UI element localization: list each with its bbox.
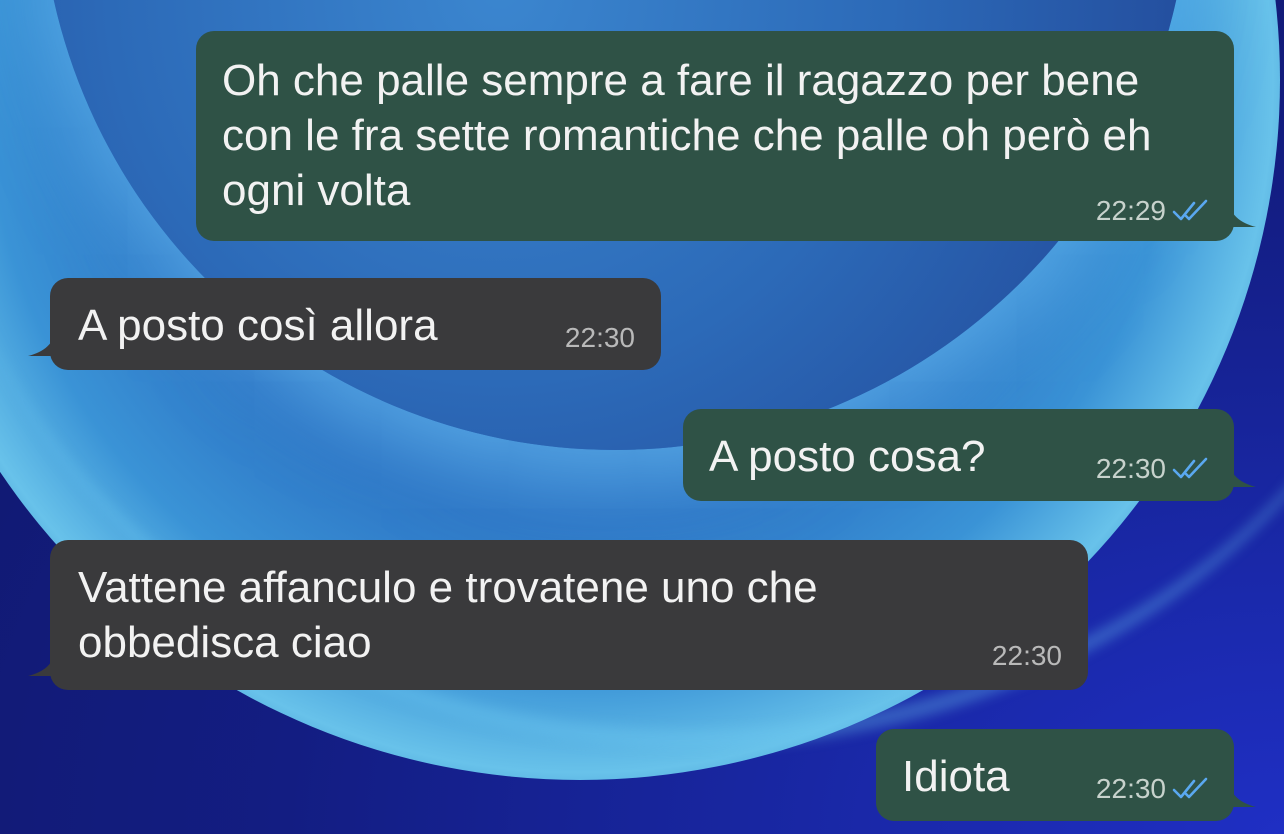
bubble-tail: [28, 646, 58, 676]
message-text: Vattene affanculo e trovatene uno che ob…: [78, 563, 818, 667]
bubble-tail: [1226, 777, 1256, 807]
double-check-read-icon: [1172, 777, 1208, 799]
bubble-tail: [1226, 457, 1256, 487]
message-meta: 22:30: [992, 640, 1062, 672]
message-time: 22:30: [564, 322, 635, 353]
message-bubble-outgoing[interactable]: Idiota 22:30: [876, 729, 1256, 821]
message-meta: 22:29: [1096, 195, 1212, 227]
message-bubble-outgoing[interactable]: Oh che palle sempre a fare il ragazzo pe…: [196, 31, 1256, 241]
message-meta: 22:30: [1096, 453, 1212, 485]
message-text: Oh che palle sempre a fare il ragazzo pe…: [222, 56, 1152, 215]
message-bubble-incoming[interactable]: Vattene affanculo e trovatene uno che ob…: [28, 540, 1088, 690]
double-check-read-icon: [1172, 199, 1208, 221]
message-time: 22:30: [1095, 773, 1166, 804]
double-check-read-icon: [1172, 457, 1208, 479]
message-time: 22:30: [1095, 453, 1166, 484]
bubble-tail: [28, 326, 58, 356]
message-bubble-incoming[interactable]: A posto così allora 22:30: [28, 278, 661, 370]
message-time: 22:29: [1095, 195, 1166, 226]
message-meta: 22:30: [565, 322, 635, 354]
message-bubble-outgoing[interactable]: A posto cosa? 22:30: [683, 409, 1256, 501]
bubble-tail: [1226, 197, 1256, 227]
message-meta: 22:30: [1096, 773, 1212, 805]
message-time: 22:30: [991, 640, 1062, 671]
